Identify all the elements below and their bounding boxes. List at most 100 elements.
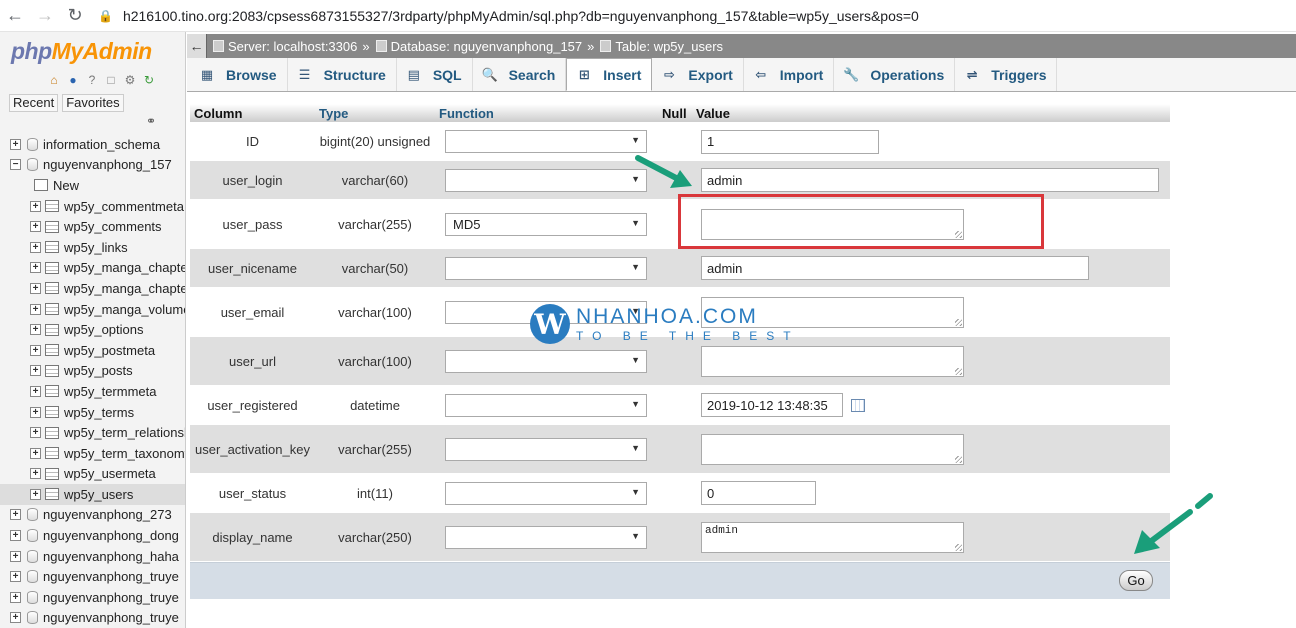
sidebar-table-item[interactable]: +wp5y_term_relationships [0,422,185,443]
collapse-panel-icon[interactable]: ← [187,34,207,58]
sidebar-database-item[interactable]: + nguyenvanphong_truye [0,566,185,587]
function-select[interactable]: ▼ [445,130,647,153]
sidebar-table-item[interactable]: + wp5y_term_taxonomy [0,443,185,464]
breadcrumb-server[interactable]: Server: localhost:3306 » [213,39,370,54]
column-type: varchar(100) [338,353,412,369]
breadcrumb-table[interactable]: Table: wp5y_users [600,39,723,54]
column-type: varchar(60) [341,172,409,188]
expand-icon[interactable]: + [10,530,21,542]
expand-icon[interactable]: + [30,324,41,336]
annotation-arrow-icon [1134,493,1213,554]
value-input[interactable]: admin [701,256,1089,280]
value-textarea[interactable] [701,345,964,377]
sidebar-database-item[interactable]: + nguyenvanphong_haha [0,546,185,567]
sidebar-table-item[interactable]: + wp5y_manga_volumes [0,299,185,320]
tab-import[interactable]: ⇦ Import [744,58,835,91]
expand-icon[interactable]: + [30,282,41,294]
sidebar-database-item[interactable]: + nguyenvanphong_truye [0,608,185,628]
recent-tab[interactable]: Recent [9,94,59,112]
expand-icon[interactable]: + [30,488,41,500]
link-with-main-icon[interactable]: ⚭ [146,114,156,128]
collapse-icon[interactable]: − [10,159,21,171]
new-table-item[interactable]: New [0,175,185,196]
expand-icon[interactable]: + [30,468,41,480]
favorites-tab[interactable]: Favorites [62,94,124,112]
expand-icon[interactable]: + [10,571,21,583]
expand-icon[interactable]: + [30,406,41,418]
reload-icon[interactable]: ↻ [60,1,90,31]
phpmyadmin-logo[interactable]: phpMyAdmin [11,38,152,65]
address-bar[interactable]: h216100.tino.org:2083/cpsess6873155327/3… [123,8,919,24]
sidebar-table-item[interactable]: + wp5y_usermeta [0,464,185,485]
sidebar-table-item[interactable]: + wp5y_users [0,484,185,505]
tab-browse[interactable]: ▦ Browse [190,58,288,91]
expand-icon[interactable]: + [10,550,21,562]
expand-icon[interactable]: + [10,138,21,150]
expand-icon[interactable]: + [30,241,41,253]
sidebar-table-item[interactable]: + wp5y_termmeta [0,381,185,402]
breadcrumb-database[interactable]: Database: nguyenvanphong_157 » [375,39,594,54]
expand-icon[interactable]: + [10,591,21,603]
expand-icon[interactable]: + [30,385,41,397]
docs-icon[interactable]: □ [103,72,119,88]
tab-operations[interactable]: 🔧 Operations [834,58,956,91]
lock-icon[interactable]: 🔒 [98,9,113,23]
function-select[interactable]: ▼ [445,349,647,373]
watermark: W NHANHOA.COM TO BE THE BEST [530,304,800,344]
home-icon[interactable]: ⌂ [46,72,62,88]
expand-icon[interactable]: + [30,200,41,212]
tab-sql[interactable]: ▤ SQL [397,58,473,91]
sidebar-table-item[interactable]: + wp5y_links [0,237,185,258]
tab-insert[interactable]: ⊞ Insert [566,58,653,91]
sidebar-database-item[interactable]: + nguyenvanphong_truye [0,587,185,608]
value-input[interactable]: 2019-10-12 13:48:35 [701,393,843,417]
sidebar-table-item[interactable]: + wp5y_postmeta [0,340,185,361]
function-select[interactable]: ▼ [445,256,647,280]
sidebar-database-item[interactable]: + nguyenvanphong_273 [0,505,185,526]
value-textarea[interactable]: admin [701,521,964,553]
expand-icon[interactable]: + [10,509,21,521]
go-button[interactable]: Go [1119,570,1153,591]
db-nguyenvanphong-157[interactable]: − nguyenvanphong_157 [0,155,185,176]
sidebar-table-item[interactable]: + wp5y_posts [0,361,185,382]
sidebar-table-item[interactable]: +wp5y_manga_chapters_data [0,278,185,299]
tab-triggers[interactable]: ⇌ Triggers [955,58,1058,91]
expand-icon[interactable]: + [10,612,21,624]
db-information-schema[interactable]: + information_schema [0,134,185,155]
tab-structure[interactable]: ☰ Structure [288,58,397,91]
function-select[interactable]: ▼ [445,481,647,505]
value-input[interactable]: 0 [701,481,816,505]
expand-icon[interactable]: + [30,447,41,459]
sidebar-database-item[interactable]: + nguyenvanphong_dong [0,525,185,546]
sidebar-table-item[interactable]: + wp5y_options [0,319,185,340]
value-input[interactable]: 1 [701,129,879,154]
function-select[interactable]: MD5 ▼ [445,212,647,236]
expand-icon[interactable]: + [30,427,41,439]
tab-search[interactable]: 🔍 Search [473,58,567,91]
expand-icon[interactable]: + [30,365,41,377]
sidebar-table-item[interactable]: + wp5y_terms [0,402,185,423]
value-input[interactable]: admin [701,168,1159,192]
header-type[interactable]: Type [315,104,435,122]
sidebar-table-item[interactable]: + wp5y_manga_chapters [0,258,185,279]
forward-arrow-icon[interactable]: → [30,1,60,31]
header-function[interactable]: Function [435,104,658,122]
logout-icon[interactable]: ● [65,72,81,88]
settings-gear-icon[interactable]: ⚙ [122,72,138,88]
sidebar-table-item[interactable]: + wp5y_commentmeta [0,196,185,217]
expand-icon[interactable]: + [30,344,41,356]
back-arrow-icon[interactable]: ← [0,1,30,31]
function-select[interactable]: ▼ [445,437,647,461]
tab-export[interactable]: ⇨ Export [652,58,744,91]
value-textarea[interactable] [701,433,964,465]
function-select[interactable]: ▼ [445,393,647,417]
sidebar-table-item[interactable]: + wp5y_comments [0,216,185,237]
calendar-icon[interactable] [851,398,865,412]
expand-icon[interactable]: + [30,262,41,274]
expand-icon[interactable]: + [30,221,41,233]
expand-icon[interactable]: + [30,303,41,315]
function-select[interactable]: ▼ [445,168,647,192]
reload-nav-icon[interactable]: ↻ [141,72,157,88]
function-select[interactable]: ▼ [445,525,647,549]
help-icon[interactable]: ? [84,72,100,88]
